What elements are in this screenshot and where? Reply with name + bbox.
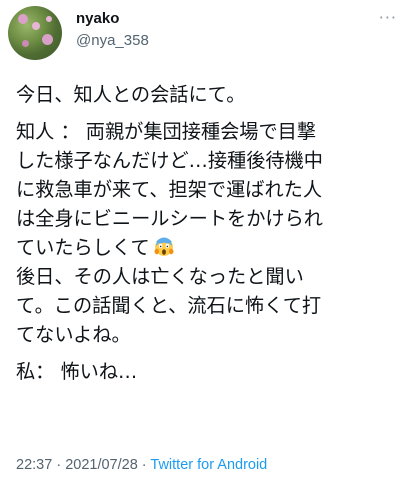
tweet-line: 私： 怖いね… — [16, 360, 138, 383]
tweet-date[interactable]: 2021/07/28 — [65, 457, 138, 473]
display-name[interactable]: nyako — [76, 10, 119, 27]
more-horizontal-icon[interactable]: ··· — [379, 8, 397, 27]
tweet-metadata: 22:37 · 2021/07/28 · Twitter for Android — [16, 457, 267, 473]
tweet-line: は全身にビニールシートをかけられ — [16, 207, 323, 230]
face-screaming-in-fear-icon — [154, 237, 174, 256]
meta-separator: · — [52, 457, 66, 473]
tweet-line: て。この話聞くと、流石に怖くて打 — [16, 294, 322, 317]
avatar-flower — [32, 22, 40, 30]
tweet-line: 今日、知人との会話にて。 — [16, 83, 246, 106]
tweet-line: した様子なんだけど…接種後待機中 — [16, 149, 323, 172]
tweet-line: ていたらしくて — [16, 236, 150, 259]
tweet-time[interactable]: 22:37 — [16, 457, 52, 473]
tweet-line: 後日、その人は亡くなったと聞い — [16, 265, 304, 288]
tweet-line: てないよね。 — [16, 323, 131, 346]
avatar-flower — [18, 14, 28, 24]
avatar-flower — [22, 40, 29, 47]
meta-separator: · — [137, 457, 151, 473]
avatar[interactable] — [8, 6, 62, 60]
avatar-flower — [46, 16, 52, 22]
user-handle[interactable]: @nya_358 — [76, 32, 149, 49]
avatar-flower — [42, 34, 53, 45]
tweet-line: に救急車が来て、担架で運ばれた人 — [16, 178, 323, 201]
tweet-line: 知人 ： 両親が集団接種会場で目撃 — [16, 120, 317, 143]
tweet-text: 今日、知人との会話にて。 知人 ： 両親が集団接種会場で目撃 した様子なんだけど… — [16, 80, 400, 386]
tweet-source-link[interactable]: Twitter for Android — [150, 457, 267, 473]
tweet-line-with-emoji: ていたらしくて — [16, 233, 400, 262]
